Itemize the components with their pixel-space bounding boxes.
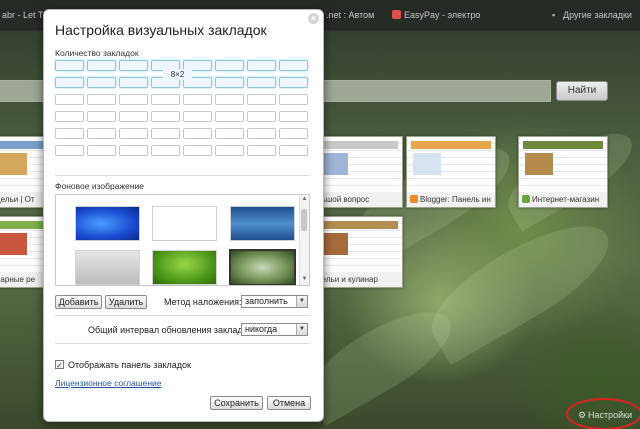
blend-method-label: Метод наложения:: [164, 297, 242, 307]
grid-cell[interactable]: [183, 94, 212, 105]
tile-caption: дельи и кулинар: [314, 272, 402, 287]
chevron-down-icon: ▼: [296, 296, 307, 307]
tile-caption: Интернет-магазин: [519, 192, 607, 207]
speed-dial-tile[interactable]: Интернет-магазин: [518, 136, 608, 208]
speed-dial-tile[interactable]: Blogger: Панель ин: [406, 136, 496, 208]
grid-cell[interactable]: [279, 77, 308, 88]
grid-cell[interactable]: [119, 145, 148, 156]
add-button[interactable]: Добавить: [55, 295, 102, 309]
scroll-thumb[interactable]: [301, 209, 307, 231]
bookmark-item[interactable]: abr - Let Th: [2, 7, 48, 23]
grid-cell[interactable]: [87, 128, 116, 139]
grid-cell[interactable]: [183, 145, 212, 156]
grid-cell[interactable]: [247, 111, 276, 122]
background-thumbnail[interactable]: [75, 250, 140, 285]
grid-cell[interactable]: [55, 128, 84, 139]
grid-cell[interactable]: [87, 77, 116, 88]
grid-cell[interactable]: [215, 145, 244, 156]
grid-cell[interactable]: [215, 60, 244, 71]
dialog-title: Настройка визуальных закладок: [55, 22, 267, 38]
gear-icon: ⚙: [578, 410, 587, 420]
grid-cell[interactable]: [119, 60, 148, 71]
grid-cell[interactable]: [87, 60, 116, 71]
grid-cell[interactable]: [55, 94, 84, 105]
grid-cell[interactable]: [215, 94, 244, 105]
grid-cell[interactable]: [247, 77, 276, 88]
grid-cell[interactable]: [279, 94, 308, 105]
scroll-up-icon[interactable]: ▲: [301, 196, 308, 203]
license-link[interactable]: Лицензионное соглашение: [55, 378, 162, 388]
background-thumbnail[interactable]: [152, 250, 217, 285]
grid-cell[interactable]: [279, 145, 308, 156]
grid-cell[interactable]: [151, 145, 180, 156]
refresh-interval-label: Общий интервал обновления закладок: [88, 325, 252, 335]
grid-cell[interactable]: [119, 128, 148, 139]
cancel-button[interactable]: Отмена: [267, 396, 311, 410]
settings-dialog: Настройка визуальных закладок × Количест…: [43, 9, 324, 422]
grid-cell[interactable]: [247, 60, 276, 71]
delete-button[interactable]: Удалить: [105, 295, 147, 309]
background-thumbnail-selected[interactable]: [229, 249, 296, 285]
show-bookmarks-bar-label: Отображать панель закладок: [68, 360, 191, 370]
scroll-down-icon[interactable]: ▼: [301, 276, 308, 283]
background-image-list[interactable]: ▲ ▼: [55, 194, 310, 286]
chevron-down-icon: ▼: [296, 324, 307, 335]
bookmark-item[interactable]: .net : Автом: [326, 7, 374, 23]
close-icon[interactable]: ×: [308, 13, 319, 24]
grid-cell[interactable]: [55, 77, 84, 88]
folder-icon: ▪: [552, 10, 556, 20]
refresh-interval-select[interactable]: никогда ▼: [241, 323, 308, 336]
grid-cell[interactable]: [215, 111, 244, 122]
find-button[interactable]: Найти: [556, 81, 608, 101]
background-image-label: Фоновое изображение: [55, 181, 145, 191]
divider: [55, 343, 310, 344]
grid-cell[interactable]: [279, 60, 308, 71]
background-thumbnail[interactable]: [230, 206, 295, 241]
grid-cell[interactable]: [183, 111, 212, 122]
grid-cell[interactable]: [87, 145, 116, 156]
grid-cell[interactable]: [215, 77, 244, 88]
grid-cell[interactable]: [87, 94, 116, 105]
bookmark-count-label: Количество закладок: [55, 48, 139, 58]
grid-cell[interactable]: [151, 128, 180, 139]
grid-cell[interactable]: [119, 111, 148, 122]
blend-method-value: заполнить: [245, 296, 288, 306]
grid-cell[interactable]: [247, 145, 276, 156]
grid-cell[interactable]: [55, 60, 84, 71]
scrollbar[interactable]: ▲ ▼: [299, 195, 309, 285]
grid-size-value: 8×2: [163, 69, 192, 80]
tile-caption: Blogger: Панель ин: [407, 192, 495, 207]
grid-cell[interactable]: [119, 94, 148, 105]
grid-cell[interactable]: [279, 111, 308, 122]
other-bookmarks[interactable]: ▪ Другие закладки: [552, 7, 632, 23]
divider: [55, 175, 310, 176]
grid-cell[interactable]: [279, 128, 308, 139]
shop-icon: [522, 195, 530, 203]
grid-cell[interactable]: [87, 111, 116, 122]
grid-cell[interactable]: [55, 145, 84, 156]
easypay-icon: [392, 10, 401, 19]
show-bookmarks-bar-checkbox[interactable]: ✓: [55, 360, 64, 370]
grid-cell[interactable]: [183, 128, 212, 139]
bookmark-item[interactable]: EasyPay - электро: [392, 7, 480, 23]
speed-dial-tile[interactable]: дельи и кулинар: [313, 216, 403, 288]
blend-method-select[interactable]: заполнить ▼: [241, 295, 308, 308]
divider: [55, 315, 310, 316]
save-button[interactable]: Сохранить: [210, 396, 263, 410]
background-thumbnail[interactable]: [75, 206, 140, 241]
grid-cell[interactable]: [151, 111, 180, 122]
background-thumbnail[interactable]: [152, 206, 217, 241]
settings-link[interactable]: Настройки: [588, 410, 632, 420]
grid-cell[interactable]: [119, 77, 148, 88]
grid-cell[interactable]: [247, 94, 276, 105]
blogger-icon: [410, 195, 418, 203]
grid-cell[interactable]: [215, 128, 244, 139]
grid-cell[interactable]: [247, 128, 276, 139]
grid-cell[interactable]: [55, 111, 84, 122]
grid-cell[interactable]: [151, 94, 180, 105]
speed-dial-tile[interactable]: льшой вопрос: [313, 136, 403, 208]
refresh-interval-value: никогда: [245, 324, 278, 334]
tile-caption: льшой вопрос: [314, 192, 402, 207]
